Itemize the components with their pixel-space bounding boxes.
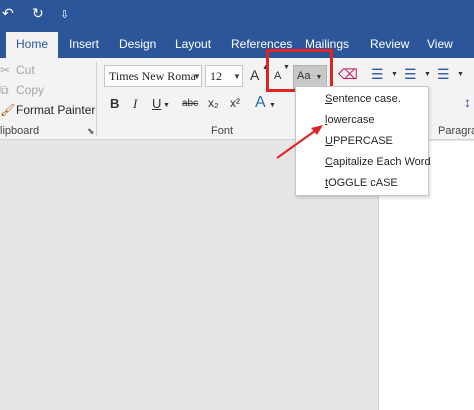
annotation-arrow-icon <box>276 125 323 159</box>
